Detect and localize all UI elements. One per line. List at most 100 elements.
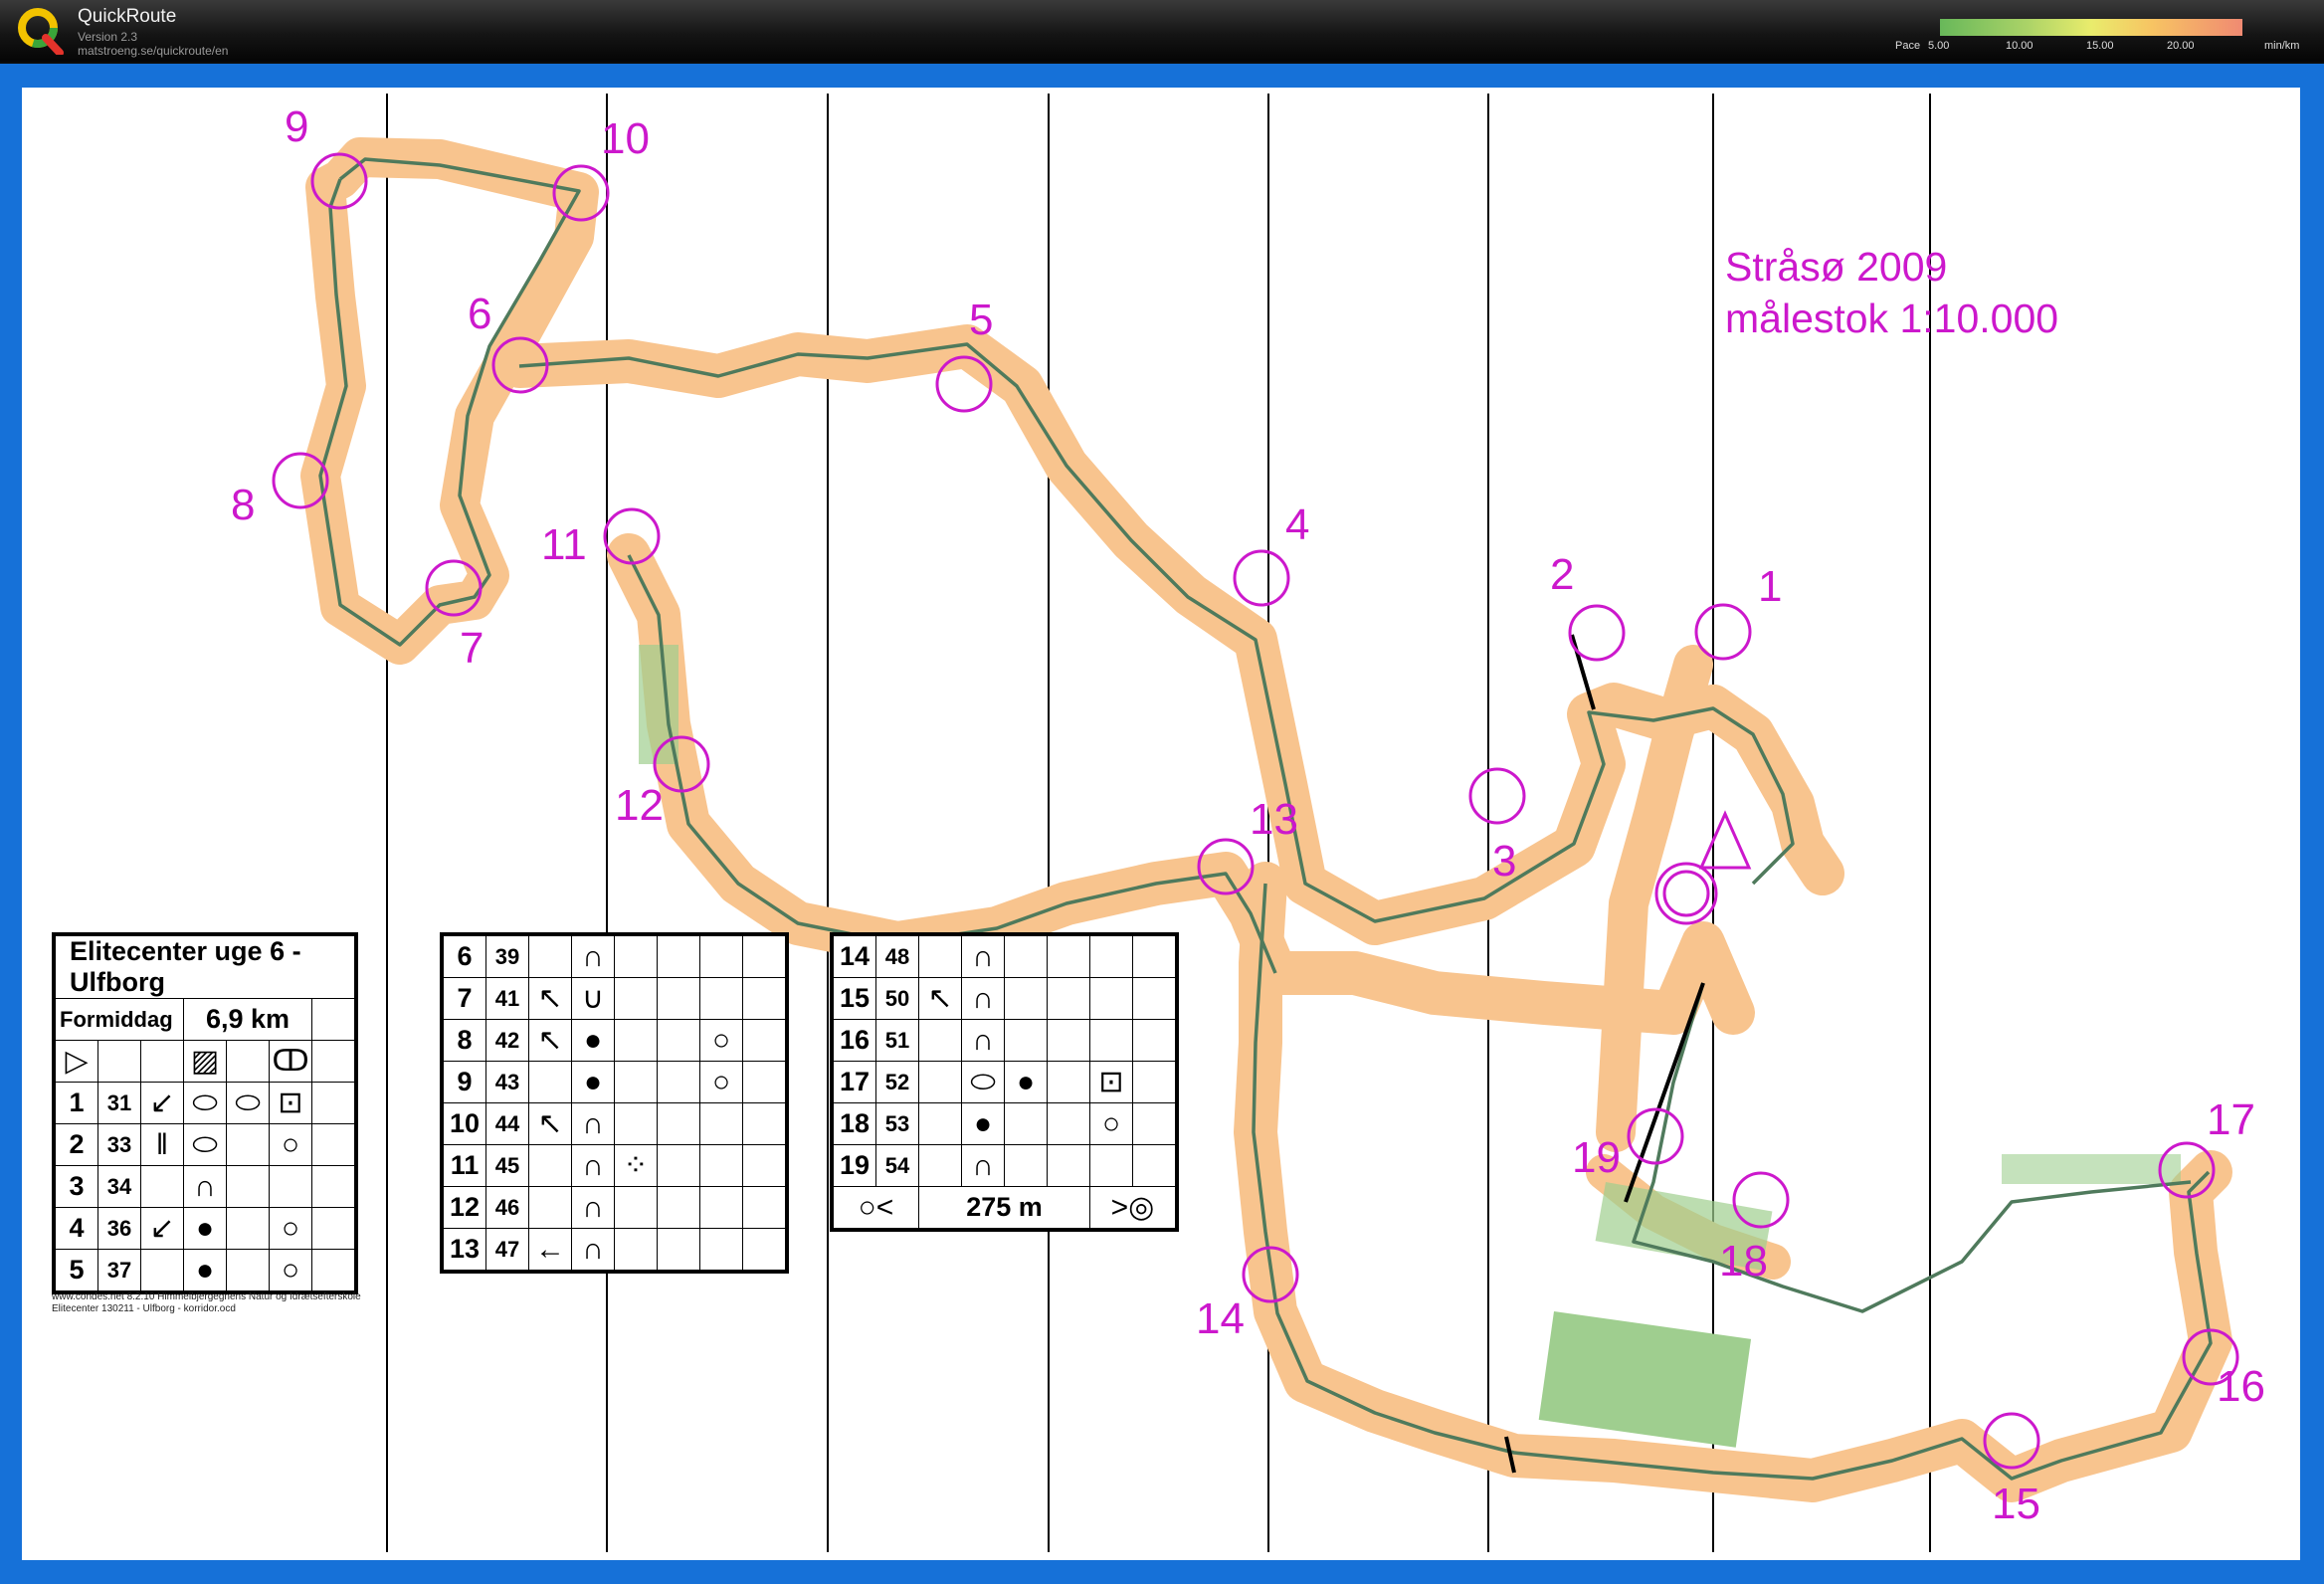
knoll-icon: ∩ [571,1102,615,1145]
control-code: 34 [97,1165,141,1208]
control-circle-1 [1694,603,1752,661]
control-code: 54 [875,1144,919,1187]
control-seq: 17 [833,1061,876,1103]
direction-icon: ↖ [528,977,572,1020]
control-seq: 5 [55,1249,98,1291]
finish-icon: >◎ [1089,1186,1176,1229]
description-footer-file: Elitecenter 130211 - Ulfborg - korridor.… [52,1303,236,1314]
control-seq: 11 [443,1144,486,1187]
knoll-icon: ∩ [571,1186,615,1229]
knoll-icon: ∩ [961,935,1005,978]
feature-icon: ⊡ [269,1082,312,1124]
control-number: 5 [969,296,994,344]
knoll-icon: ∩ [571,1228,615,1271]
control-code: 45 [485,1144,529,1187]
pace-tick: 15.00 [2086,40,2114,52]
control-circle-2 [1568,604,1626,662]
course-class: Formiddag [55,998,184,1041]
dot-icon: ● [183,1249,227,1291]
pace-tick: 20.00 [2167,40,2195,52]
control-seq: 15 [833,977,876,1020]
control-code: 46 [485,1186,529,1229]
location-icon: ○ [1089,1102,1133,1145]
control-code: 43 [485,1061,529,1103]
control-code: 52 [875,1061,919,1103]
knoll-icon: ∩ [961,977,1005,1020]
pace-color-scale [1940,19,2242,36]
control-code: 42 [485,1019,529,1062]
direction-icon: ↙ [140,1082,184,1124]
gully-icon: ∪ [571,977,615,1020]
start-triangle-icon[interactable] [1698,810,1752,870]
control-seq: 18 [833,1102,876,1145]
control-seq: 8 [443,1019,486,1062]
control-seq: 2 [55,1123,98,1166]
direction-icon: ↙ [140,1207,184,1250]
control-code: 33 [97,1123,141,1166]
feature-icon: ⊡ [1089,1061,1133,1103]
control-number: 1 [1758,562,1783,611]
dot-icon: ● [1004,1061,1048,1103]
knoll-icon: ∩ [183,1165,227,1208]
app-url[interactable]: matstroeng.se/quickroute/en [78,44,228,58]
control-seq: 13 [443,1228,486,1271]
direction-icon: ↖ [528,1102,572,1145]
control-seq: 7 [443,977,486,1020]
event-name: Elitecenter uge 6 - Ulfborg [55,935,355,999]
control-seq: 1 [55,1082,98,1124]
control-number: 2 [1550,550,1575,599]
location-icon: ○ [269,1207,312,1250]
map-scale: målestok 1:10.000 [1725,296,2059,341]
direction-icon: ← [528,1228,572,1271]
control-seq: 9 [443,1061,486,1103]
depression-icon: ⬭ [183,1123,227,1166]
title-bar: QuickRoute Version 2.3 matstroeng.se/qui… [0,0,2324,62]
control-description-block-2: 6 39 ∩ 7 41 ↖ ∪ 8 42 ↖ ● ○ 9 43 ● ○ 10 44 ↖ ∩ 11 45 ∩ ⁘ 12… [440,932,789,1274]
pace-label: Pace [1895,40,1921,52]
app-version: Version 2.3 [78,30,138,44]
control-number: 6 [468,290,492,338]
pace-tick: 5.00 [1928,40,1950,52]
dot-icon: ● [183,1207,227,1250]
control-number: 14 [1196,1294,1245,1343]
control-number: 4 [1285,500,1310,549]
finish-circle-icon[interactable] [1654,862,1718,925]
depression-icon: ⬭ [183,1082,227,1124]
knoll-icon: ∩ [961,1144,1005,1187]
stony-ground-icon: ⁘ [614,1144,658,1187]
pace-unit: min/km [2264,40,2300,52]
control-code: 51 [875,1019,919,1062]
control-number: 13 [1250,795,1298,844]
hatched-area-icon: ▨ [183,1040,227,1083]
control-circle-4 [1233,549,1290,607]
control-description-block-3: 14 48 ∩ 15 50 ↖ ∩ 16 51 ∩ 17 52 ⬭ ● ⊡ 18 53 ● ○ 19 54 ∩ … [830,932,1179,1232]
control-circle-3 [1468,767,1526,825]
direction-icon: ↖ [528,1019,572,1062]
control-seq: 3 [55,1165,98,1208]
control-code: 53 [875,1102,919,1145]
app-name: QuickRoute [78,6,177,27]
depression-icon: ⬭ [961,1061,1005,1103]
control-code: 41 [485,977,529,1020]
course-length: 6,9 km [183,998,312,1041]
orienteering-map[interactable]: 1 2 3 4 5 6 7 8 9 10 11 12 13 14 15 16 1… [22,88,2300,1560]
dot-icon: ● [571,1019,615,1062]
knoll-icon: ∩ [571,1144,615,1187]
control-number: 12 [615,781,664,830]
location-icon: ○ [269,1123,312,1166]
between-icon: ǁ [140,1123,184,1166]
control-code: 44 [485,1102,529,1145]
control-to-finish-icon: ○< [833,1186,919,1229]
location-icon: ↀ [269,1040,312,1083]
control-number: 17 [2207,1095,2255,1144]
control-code: 39 [485,935,529,978]
control-code: 50 [875,977,919,1020]
location-icon: ○ [269,1249,312,1291]
empty-cell [311,998,355,1041]
control-code: 31 [97,1082,141,1124]
control-number: 15 [1992,1480,2040,1528]
control-seq: 10 [443,1102,486,1145]
control-code: 37 [97,1249,141,1291]
direction-icon: ↖ [918,977,962,1020]
control-number: 9 [285,102,309,151]
